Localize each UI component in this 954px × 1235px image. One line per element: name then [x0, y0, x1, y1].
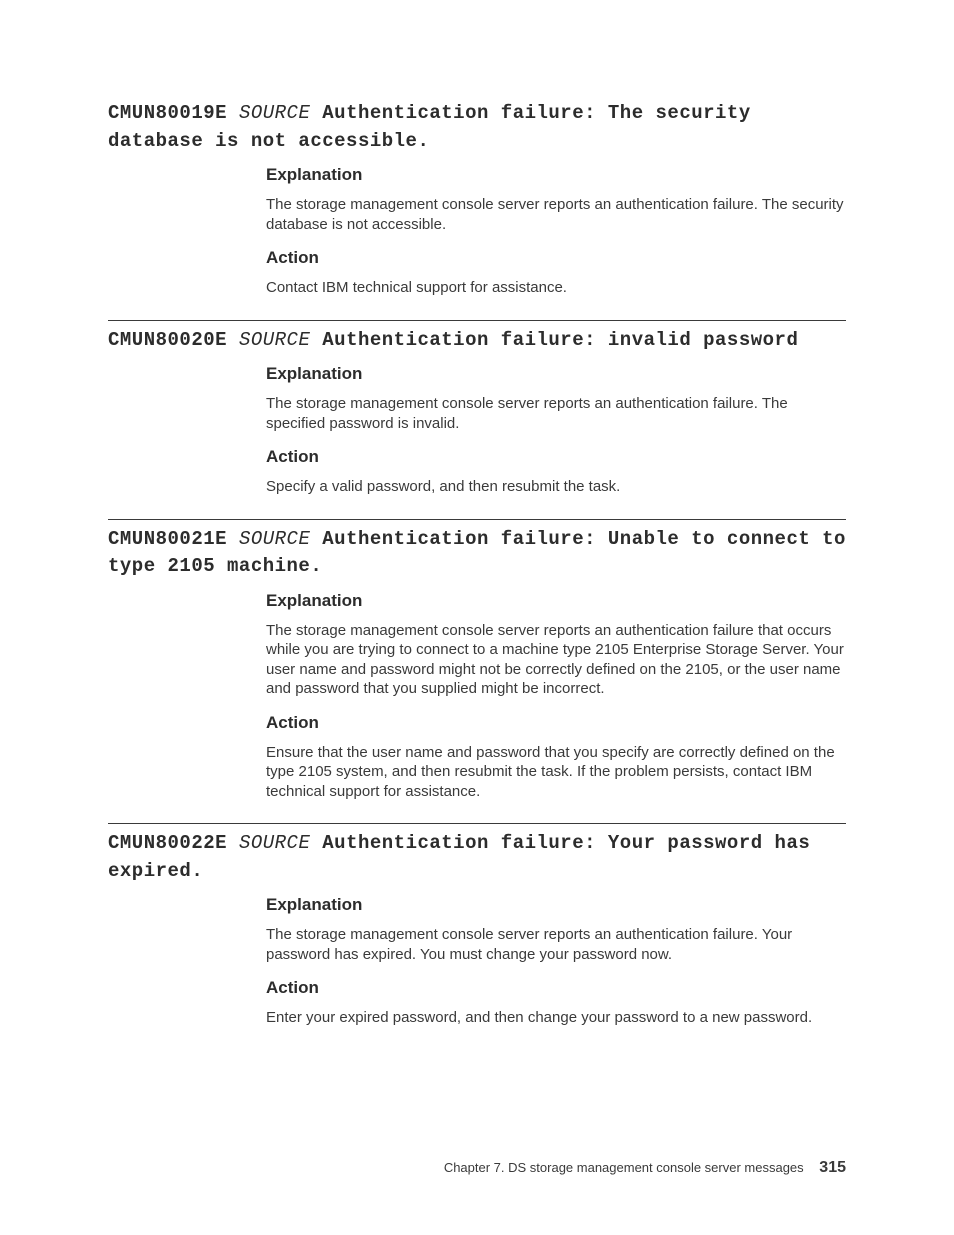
page: CMUN80019E SOURCE Authentication failure… — [0, 0, 954, 1235]
explanation-text: The storage management console server re… — [266, 621, 846, 699]
explanation-heading: Explanation — [266, 165, 846, 185]
page-footer: Chapter 7. DS storage management console… — [444, 1159, 846, 1177]
explanation-heading: Explanation — [266, 364, 846, 384]
message-body: Explanation The storage management conso… — [266, 165, 846, 298]
explanation-text: The storage management console server re… — [266, 394, 846, 433]
message-code: CMUN80022E — [108, 832, 227, 854]
explanation-text: The storage management console server re… — [266, 925, 846, 964]
action-heading: Action — [266, 978, 846, 998]
message-source: SOURCE — [239, 329, 310, 351]
message-body: Explanation The storage management conso… — [266, 364, 846, 497]
message-header: CMUN80020E SOURCE Authentication failure… — [108, 327, 846, 355]
explanation-heading: Explanation — [266, 591, 846, 611]
action-text: Ensure that the user name and password t… — [266, 743, 846, 802]
message-source: SOURCE — [239, 832, 310, 854]
message-code: CMUN80019E — [108, 102, 227, 124]
message-header: CMUN80021E SOURCE Authentication failure… — [108, 526, 846, 581]
message-code: CMUN80020E — [108, 329, 227, 351]
footer-page-number: 315 — [819, 1159, 846, 1176]
message-code: CMUN80021E — [108, 528, 227, 550]
action-text: Enter your expired password, and then ch… — [266, 1008, 846, 1028]
message-source: SOURCE — [239, 102, 310, 124]
message-header: CMUN80019E SOURCE Authentication failure… — [108, 100, 846, 155]
action-text: Specify a valid password, and then resub… — [266, 477, 846, 497]
footer-chapter: Chapter 7. DS storage management console… — [444, 1160, 804, 1175]
message-source: SOURCE — [239, 528, 310, 550]
message-entry: CMUN80022E SOURCE Authentication failure… — [108, 823, 846, 1028]
message-body: Explanation The storage management conso… — [266, 895, 846, 1028]
explanation-text: The storage management console server re… — [266, 195, 846, 234]
action-heading: Action — [266, 248, 846, 268]
action-text: Contact IBM technical support for assist… — [266, 278, 846, 298]
message-body: Explanation The storage management conso… — [266, 591, 846, 802]
action-heading: Action — [266, 713, 846, 733]
explanation-heading: Explanation — [266, 895, 846, 915]
action-heading: Action — [266, 447, 846, 467]
message-title: Authentication failure: invalid password — [322, 329, 798, 351]
message-entry: CMUN80021E SOURCE Authentication failure… — [108, 519, 846, 802]
message-entry: CMUN80020E SOURCE Authentication failure… — [108, 320, 846, 497]
message-entry: CMUN80019E SOURCE Authentication failure… — [108, 100, 846, 298]
message-header: CMUN80022E SOURCE Authentication failure… — [108, 830, 846, 885]
